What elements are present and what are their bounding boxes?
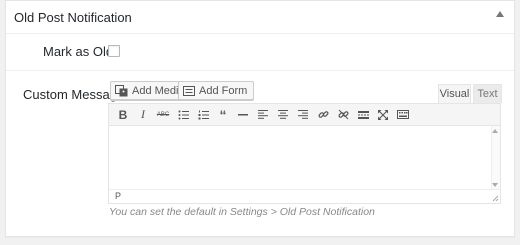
scroll-down-icon[interactable] — [492, 183, 498, 187]
remove-link-icon[interactable] — [333, 105, 353, 125]
tab-text[interactable]: Text — [473, 84, 502, 103]
bullet-list-icon[interactable] — [173, 105, 193, 125]
resize-handle-icon[interactable] — [491, 194, 499, 202]
add-form-label: Add Form — [199, 84, 248, 97]
custom-message-label: Custom Message — [23, 87, 125, 102]
blockquote-icon[interactable]: “ — [213, 105, 233, 125]
metabox-header[interactable]: Old Post Notification — [6, 1, 514, 34]
bold-icon[interactable]: B — [113, 105, 133, 125]
add-form-button[interactable]: Add Form — [178, 81, 255, 100]
editor-statusbar: P — [109, 189, 500, 203]
read-more-icon[interactable] — [353, 105, 373, 125]
editor-toolbar: B I ABC “ — [109, 104, 500, 126]
horizontal-line-icon[interactable] — [233, 105, 253, 125]
scroll-up-icon[interactable] — [492, 129, 498, 133]
fullscreen-icon[interactable] — [373, 105, 393, 125]
add-media-label: Add Media — [132, 84, 185, 97]
align-center-icon[interactable] — [273, 105, 293, 125]
row-divider — [6, 70, 514, 71]
media-icon — [115, 84, 128, 96]
help-text: You can set the default in Settings > Ol… — [109, 206, 375, 218]
align-left-icon[interactable] — [253, 105, 273, 125]
metabox-title: Old Post Notification — [14, 10, 132, 25]
editor-content-area[interactable] — [109, 126, 500, 190]
mark-as-old-label: Mark as Old — [43, 44, 114, 59]
italic-icon[interactable]: I — [133, 105, 153, 125]
strikethrough-icon[interactable]: ABC — [153, 105, 173, 125]
toolbar-toggle-icon[interactable] — [393, 105, 413, 125]
form-icon — [183, 85, 195, 96]
insert-link-icon[interactable] — [313, 105, 333, 125]
mark-as-old-checkbox[interactable] — [108, 45, 120, 57]
element-path[interactable]: P — [115, 191, 121, 201]
numbered-list-icon[interactable] — [193, 105, 213, 125]
collapse-arrow-icon[interactable] — [496, 11, 504, 17]
wysiwyg-editor: B I ABC “ P — [108, 103, 501, 204]
editor-scrollbar[interactable] — [491, 126, 500, 190]
tab-visual[interactable]: Visual — [438, 84, 471, 103]
align-right-icon[interactable] — [293, 105, 313, 125]
